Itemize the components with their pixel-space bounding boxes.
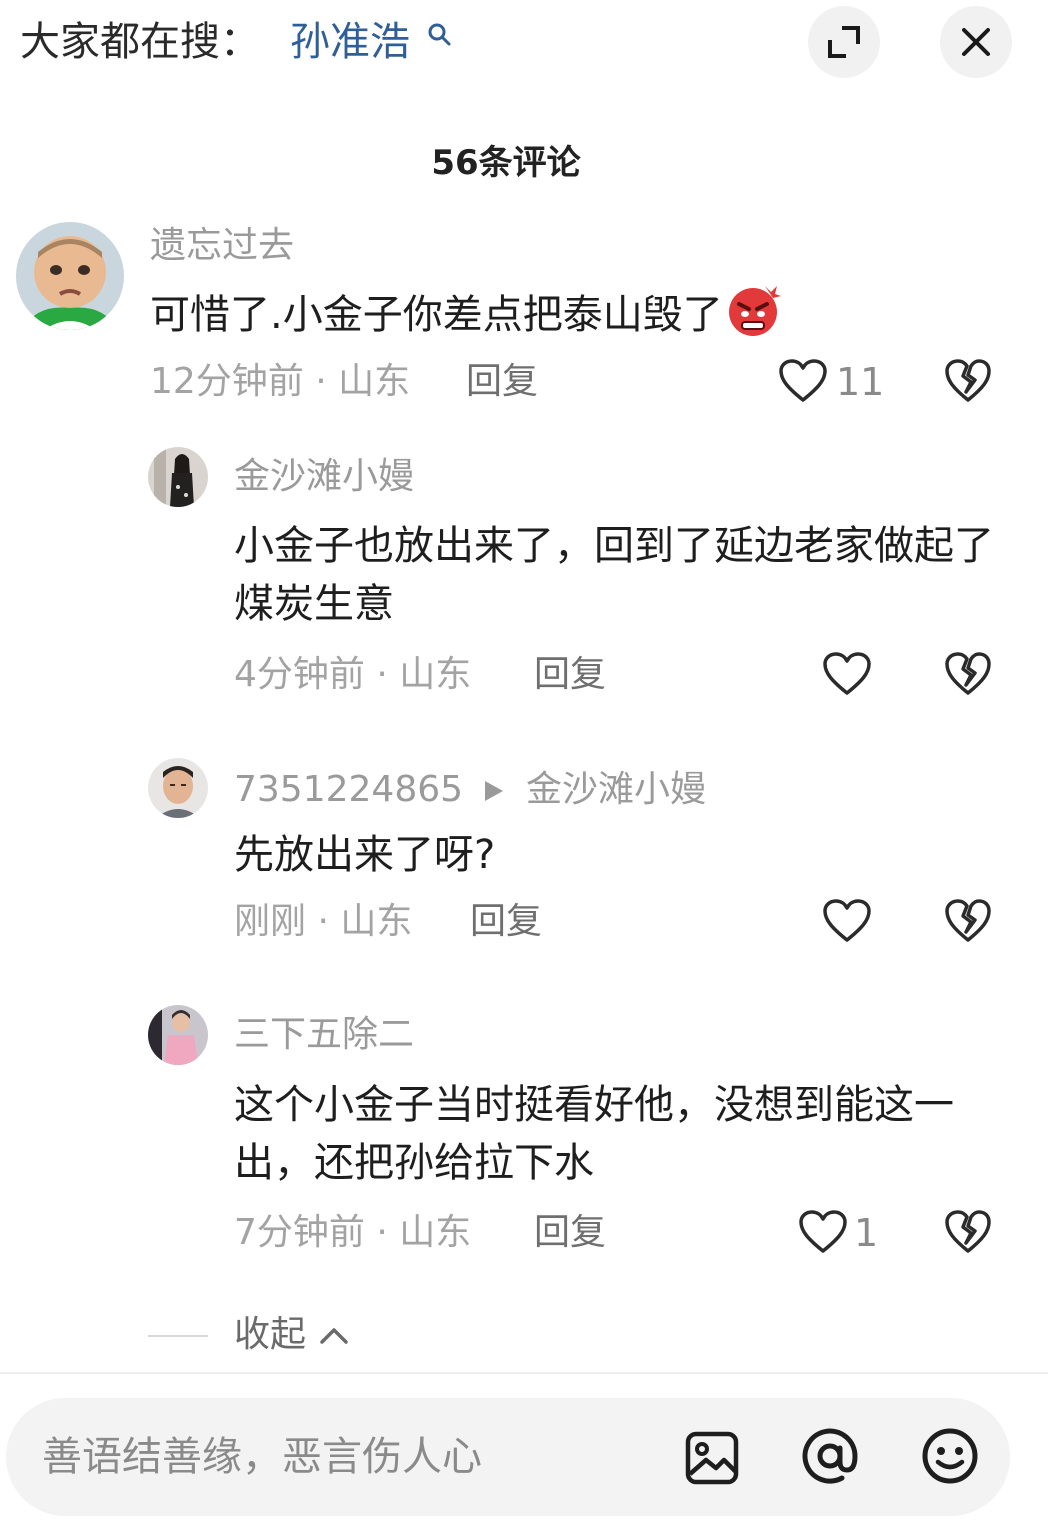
broken-heart-icon[interactable] [944,651,992,697]
angry-face-emoji [728,286,781,336]
close-icon [962,28,990,56]
heart-icon[interactable] [822,651,872,697]
reply-username-line: 7351224865 金沙滩小嫚 [234,766,706,814]
image-icon[interactable] [682,1428,742,1488]
reply-location: 山东 [399,1212,472,1253]
search-icon[interactable] [427,22,453,48]
reply-button[interactable]: 回复 [470,898,542,946]
collapse-divider [148,1335,208,1337]
reply-text: 先放出来了呀? [234,832,496,878]
reply-button[interactable]: 回复 [534,651,606,699]
heart-icon[interactable] [798,1209,848,1255]
meta-separator: · [306,901,341,942]
meta-separator: · [364,1212,400,1253]
reply-button[interactable]: 回复 [534,1209,606,1257]
comment-location: 山东 [338,361,411,402]
reply-meta: 7分钟前 · 山东 [234,1209,471,1257]
reply-username[interactable]: 金沙滩小嫚 [234,453,414,501]
heart-icon[interactable] [778,358,828,404]
emoji-icon[interactable] [920,1426,980,1486]
reply-button[interactable]: 回复 [466,358,538,406]
expand-button[interactable] [808,6,880,78]
reply-meta: 4分钟前 · 山东 [234,651,471,699]
comment-input-placeholder[interactable]: 善语结善缘，恶言伤人心 [42,1428,482,1486]
avatar[interactable] [148,1005,208,1065]
reply-to-username[interactable]: 金沙滩小嫚 [526,769,706,810]
avatar[interactable] [148,447,208,507]
like-count: 11 [836,360,885,404]
like-count: 1 [854,1211,879,1255]
comment-username[interactable]: 遗忘过去 [150,222,294,270]
broken-heart-icon[interactable] [944,358,992,404]
reply-time: 7分钟前 [234,1212,365,1253]
reply-location: 山东 [399,654,472,695]
trending-search-term[interactable]: 孙准浩 [290,14,410,70]
expand-icon [828,26,860,58]
broken-heart-icon[interactable] [944,1209,992,1255]
close-button[interactable] [940,6,1012,78]
comment-text: 可惜了.小金子你差点把泰山毁了 [150,282,781,344]
reply-text: 这个小金子当时挺看好他，没想到能这一出，还把孙给拉下水 [234,1082,954,1186]
reply-arrow-icon [484,781,503,801]
avatar[interactable] [16,222,124,330]
comment-time: 12分钟前 [150,361,304,402]
reply-username[interactable]: 三下五除二 [234,1011,414,1059]
collapse-button[interactable]: 收起 [234,1310,306,1360]
chevron-up-icon[interactable] [318,1322,350,1348]
reply-time: 刚刚 [234,901,307,942]
broken-heart-icon[interactable] [944,898,992,944]
at-icon[interactable] [800,1426,860,1486]
reply-time: 4分钟前 [234,654,365,695]
reply-location: 山东 [340,901,413,942]
reply-meta: 刚刚 · 山东 [234,898,412,946]
comments-count-title: 56条评论 [431,143,581,183]
avatar[interactable] [148,758,208,818]
comment-text-body: 可惜了.小金子你差点把泰山毁了 [150,292,723,338]
reply-username[interactable]: 7351224865 [234,769,463,810]
reply-text: 小金子也放出来了，回到了延边老家做起了煤炭生意 [234,523,994,627]
meta-separator: · [303,361,339,402]
comment-meta: 12分钟前 · 山东 [150,358,410,406]
meta-separator: · [364,654,400,695]
heart-icon[interactable] [822,898,872,944]
trending-search-prefix: 大家都在搜： [20,19,260,65]
bottom-divider [0,1372,1048,1374]
